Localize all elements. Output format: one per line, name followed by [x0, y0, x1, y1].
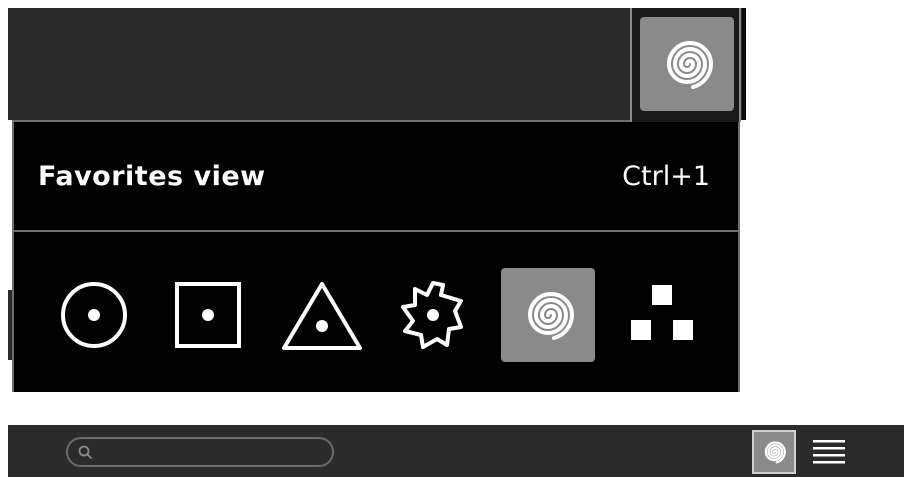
- hamburger-menu-icon: [813, 440, 845, 464]
- circle-dot-icon: [61, 282, 127, 348]
- square-dot-icon: [175, 282, 241, 348]
- search-icon: [78, 445, 92, 459]
- search-field[interactable]: [66, 437, 334, 467]
- view-title: Favorites view: [38, 160, 266, 192]
- view-option-squares[interactable]: [615, 268, 709, 362]
- view-option-square[interactable]: [161, 268, 255, 362]
- active-view-button[interactable]: [630, 8, 741, 122]
- view-option-circle[interactable]: [47, 268, 141, 362]
- popover-header[interactable]: Favorites view Ctrl+1: [14, 122, 738, 232]
- pyramid-squares-icon: [631, 285, 693, 340]
- spiral-icon: [764, 441, 786, 464]
- spiral-icon: [666, 41, 714, 89]
- view-option-spiral[interactable]: [501, 268, 595, 362]
- view-option-triangle[interactable]: [275, 268, 369, 362]
- bottom-toolbar: [8, 425, 904, 477]
- active-view-tile: [640, 17, 734, 111]
- view-options-row: [14, 234, 738, 392]
- view-switcher-button[interactable]: [752, 430, 796, 474]
- triangle-dot-icon: [282, 282, 362, 350]
- top-bar-edge: [742, 8, 746, 120]
- menu-button[interactable]: [812, 435, 846, 469]
- search-input[interactable]: [98, 443, 322, 461]
- view-shortcut: Ctrl+1: [622, 160, 710, 192]
- view-option-gear[interactable]: [386, 268, 480, 362]
- spiral-icon: [527, 292, 575, 340]
- view-switcher-popover: Favorites view Ctrl+1: [12, 120, 740, 392]
- gear-dot-icon: [401, 281, 463, 349]
